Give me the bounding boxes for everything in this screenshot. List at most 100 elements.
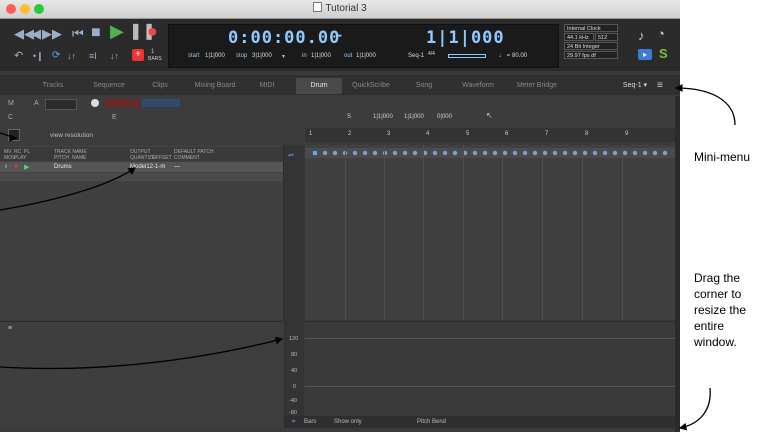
ruler-bar-6: 6 (505, 131, 509, 137)
pitch-row[interactable] (0, 173, 283, 181)
punch-icon[interactable]: ↓↑ (67, 49, 76, 63)
clock-icon[interactable]: ◔ (657, 27, 665, 41)
play-enable-icon[interactable]: ▶ (24, 163, 29, 171)
controller-type-menu[interactable]: Pitch Bend (417, 419, 446, 425)
memory-cycle-button[interactable]: + (132, 49, 144, 61)
edit-length[interactable]: 0|000 (437, 114, 452, 120)
drum-grid-row[interactable] (305, 148, 675, 158)
undo-icon[interactable]: ↶ (14, 49, 23, 63)
link-icon[interactable]: ⇌ (288, 151, 294, 159)
drum-grid[interactable] (305, 145, 675, 320)
sync-icon[interactable]: S (659, 47, 668, 61)
clock-source-menu[interactable]: Internal Clock (564, 24, 618, 32)
m-button[interactable]: M (8, 100, 14, 107)
tab-waveform[interactable]: Waveform (450, 78, 506, 94)
show-only-menu[interactable]: Show only (334, 419, 362, 425)
resize-corner-handle[interactable] (668, 424, 680, 432)
tab-mixing-board[interactable]: Mixing Board (183, 78, 247, 94)
drum-hit-dots[interactable] (305, 148, 675, 158)
tab-song[interactable]: Song (400, 78, 448, 94)
axis-120: 120 (289, 336, 299, 342)
click-icon[interactable]: •❙ (33, 49, 44, 63)
resize-callout-line-2: corner to (694, 287, 742, 301)
in-label: in (302, 53, 307, 59)
time-signature[interactable]: 4/4 (428, 51, 435, 57)
tab-quickscribe[interactable]: QuickScribe (342, 78, 400, 94)
title-bar: Tutorial 3 (0, 0, 680, 19)
frame-rate-menu[interactable]: 29.97 fps df (564, 51, 618, 59)
stop-label: stop (236, 53, 248, 59)
main-time-counter[interactable]: 0:00:00.00 (228, 28, 340, 48)
tempo-value[interactable]: 80.00 (512, 53, 527, 59)
ruler-bar-7: 7 (545, 131, 549, 137)
sequence-progress-bar[interactable] (448, 54, 486, 58)
pane-menu-icon[interactable]: ≡ (8, 325, 12, 332)
view-resolution-box[interactable] (8, 129, 20, 141)
vertical-scrollbar[interactable] (675, 96, 680, 432)
buffer-size[interactable]: 512 (595, 33, 618, 41)
wait-icon[interactable]: ≡I (89, 49, 97, 63)
axis-0: 0 (293, 384, 297, 390)
loop-icon[interactable]: ⟳ (52, 49, 60, 63)
record-enable-icon[interactable]: ● (14, 163, 18, 170)
tab-midi[interactable]: MIDI (247, 78, 287, 94)
controller-lane[interactable]: 120 80 40 0 -40 -80 (289, 321, 675, 417)
ruler-bar-8: 8 (585, 131, 589, 137)
a-button[interactable]: A (34, 100, 39, 107)
track-output[interactable]: Model12-1-m (130, 164, 165, 170)
move-icon[interactable]: ⇕ (4, 164, 8, 170)
mini-menu-icon[interactable]: ≡ (657, 80, 663, 91)
edit-start[interactable]: 1|1|000 (373, 114, 393, 120)
units-menu[interactable]: Bars (304, 419, 316, 425)
seq-selector[interactable]: Seq-1 (408, 53, 424, 59)
velocity-meter (104, 99, 140, 107)
header-play: PLAY (14, 155, 27, 161)
auto-stop-icon[interactable]: ↓↑ (110, 49, 119, 63)
track-name[interactable]: Drums (54, 164, 72, 170)
tab-clips[interactable]: Clips (137, 78, 183, 94)
back-icon[interactable]: ◀ (31, 27, 41, 41)
transport-bar: ◀◀ ◀ ▶▶ ⏮ ■ ▶ ❚❚ ● ↶ •❙ ⟳ ↓↑ ≡I ↓↑ + 1 B… (0, 19, 680, 71)
ruler-bar-3: 3 (387, 131, 391, 137)
header-comment: COMMENT (174, 155, 200, 161)
bit-depth-menu[interactable]: 24 Bit Integer (564, 42, 618, 50)
midi-through-button[interactable]: ▸ (638, 49, 652, 60)
chevron-down-icon[interactable]: ▾ (282, 53, 285, 60)
resize-callout-line-3: resize the (694, 303, 747, 317)
tab-sequence[interactable]: Sequence (81, 78, 137, 94)
window-title: Tutorial 3 (0, 2, 680, 14)
bars-counter[interactable]: 1|1|000 (426, 28, 505, 48)
timeline-ruler[interactable]: 1 2 3 4 5 6 7 8 9 (305, 128, 675, 142)
tab-meter-bridge[interactable]: Meter Bridge (506, 78, 568, 94)
seq-menu[interactable]: Seq-1 ▾ (615, 78, 655, 94)
edit-end[interactable]: 1|1|000 (404, 114, 424, 120)
counter-suffix: - (336, 28, 345, 42)
pointer-tool-icon[interactable]: ↖ (486, 111, 493, 120)
tab-tracks[interactable]: Tracks (25, 78, 81, 94)
ruler-bar-5: 5 (466, 131, 470, 137)
timer-icon[interactable] (91, 99, 99, 107)
record-button[interactable]: ● (147, 22, 158, 40)
c-button[interactable]: C (8, 114, 13, 121)
start-value[interactable]: 1|1|000 (205, 53, 225, 59)
stop-button[interactable]: ■ (91, 25, 101, 41)
in-value[interactable]: 1|1|000 (311, 53, 331, 59)
stop-value[interactable]: 3|1|000 (252, 53, 272, 59)
axis-neg40: -40 (289, 398, 297, 404)
snap-icon[interactable]: ⌗ (292, 419, 295, 426)
track-patch[interactable]: — (174, 164, 180, 170)
out-value[interactable]: 1|1|000 (356, 53, 376, 59)
ruler-bar-9: 9 (625, 131, 629, 137)
sample-rate[interactable]: 44.1 kHz (564, 33, 594, 41)
bars-label: BARS (148, 56, 162, 62)
level-meter (142, 99, 180, 107)
e-button[interactable]: E (112, 114, 117, 121)
tab-drum[interactable]: Drum (296, 78, 342, 94)
snap-button[interactable]: S (347, 114, 351, 120)
play-button[interactable]: ▶ (110, 22, 124, 40)
return-to-zero-icon[interactable]: ⏮ (72, 27, 84, 41)
metronome-icon[interactable]: ♪ (638, 29, 645, 43)
track-selector[interactable] (45, 99, 77, 110)
fast-forward-icon[interactable]: ▶▶ (42, 27, 62, 41)
track-row-drums[interactable]: ⇕ ● ▶ Drums Model12-1-m — (0, 162, 283, 172)
